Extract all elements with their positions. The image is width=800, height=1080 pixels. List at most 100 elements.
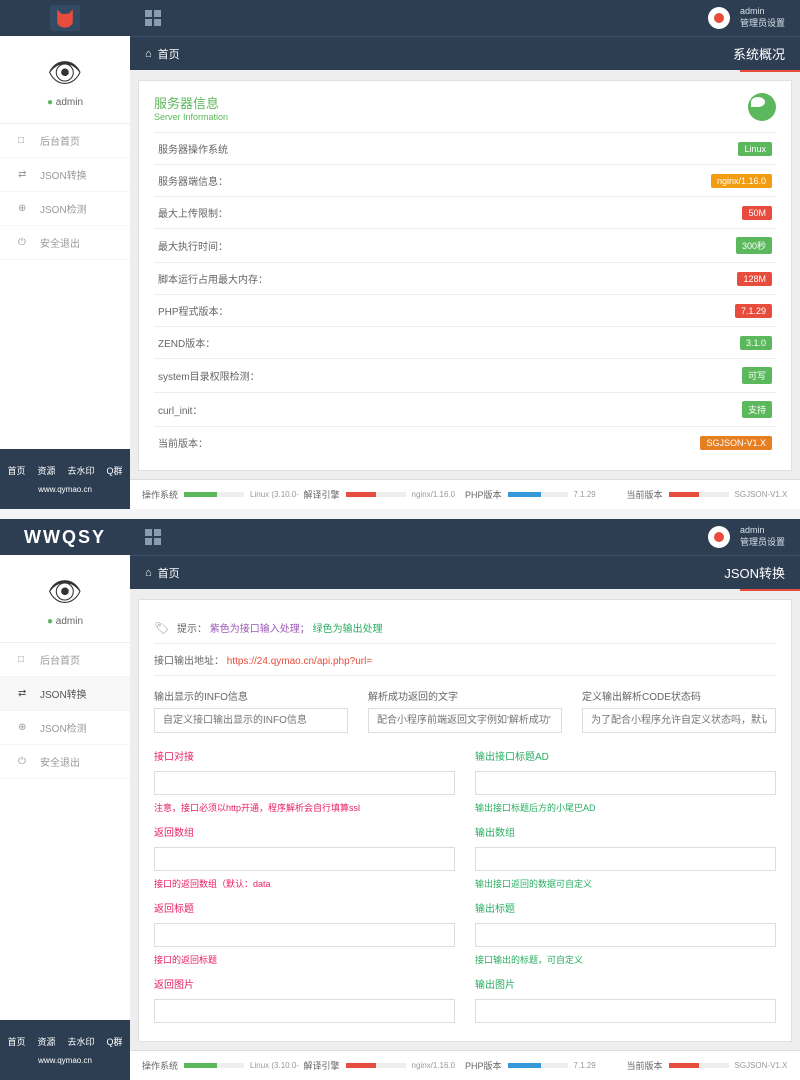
section-label: 输出标题 xyxy=(475,900,776,915)
user-menu[interactable]: admin 管理员设置 xyxy=(740,525,785,548)
field-note: 接口的返回数组（默认：data xyxy=(154,877,455,890)
field-input[interactable] xyxy=(154,847,455,871)
eye-icon: 👁 xyxy=(0,56,130,89)
home-icon[interactable]: ⌂ xyxy=(145,48,152,60)
form-input[interactable] xyxy=(368,708,562,733)
home-icon[interactable]: ⌂ xyxy=(145,567,152,579)
nav-item[interactable]: □ 后台首页 xyxy=(0,124,130,158)
user-menu[interactable]: admin 管理员设置 xyxy=(740,6,785,29)
status-item: 解译引擎nginx/1.16.0 xyxy=(304,488,466,501)
form-label: 输出显示的INFO信息 xyxy=(154,688,348,703)
info-label: 最大执行时间： xyxy=(158,238,228,253)
globe-icon xyxy=(748,93,776,121)
nav-label: 后台首页 xyxy=(40,133,80,148)
profile-name: admin xyxy=(0,97,130,108)
nav-icon: ⇄ xyxy=(18,688,30,699)
footer-link[interactable]: 首页 xyxy=(7,1035,25,1048)
footer-link[interactable]: Q群 xyxy=(107,464,123,477)
info-badge: 300秒 xyxy=(736,237,772,254)
nav-item[interactable]: ⏻安全退出 xyxy=(0,745,130,779)
notification-icon[interactable] xyxy=(708,526,730,548)
logo[interactable]: WWQSY xyxy=(0,519,130,555)
breadcrumb: ⌂首页 系统概况 xyxy=(130,36,800,70)
footer-link[interactable]: 资源 xyxy=(37,1035,55,1048)
logo[interactable] xyxy=(0,0,130,36)
apps-icon[interactable] xyxy=(145,529,161,545)
breadcrumb-home[interactable]: 首页 xyxy=(158,565,180,581)
info-badge: 7.1.29 xyxy=(735,304,772,318)
footer-link[interactable]: Q群 xyxy=(107,1035,123,1048)
section-label: 返回数组 xyxy=(154,824,455,839)
info-label: PHP程式版本： xyxy=(158,303,229,318)
section-label: 接口对接 xyxy=(154,748,455,763)
nav-label: JSON检测 xyxy=(40,201,87,216)
nav-icon: ⊕ xyxy=(18,203,30,214)
info-badge: nginx/1.16.0 xyxy=(711,174,772,188)
notification-icon[interactable] xyxy=(708,7,730,29)
footer-link[interactable]: 去水印 xyxy=(68,464,95,477)
info-badge: 50M xyxy=(742,206,772,220)
info-row: 脚本运行占用最大内存： 128M xyxy=(154,262,776,294)
field-input[interactable] xyxy=(475,847,776,871)
status-label: 当前版本 xyxy=(627,1059,663,1072)
nav: □后台首页⇄JSON转换⊕JSON检测⏻安全退出 xyxy=(0,642,130,779)
user-role: 管理员设置 xyxy=(740,18,785,30)
form-input[interactable] xyxy=(582,708,776,733)
info-row: PHP程式版本： 7.1.29 xyxy=(154,294,776,326)
status-item: PHP版本7.1.29 xyxy=(465,488,627,501)
footer-link[interactable]: 首页 xyxy=(7,464,25,477)
info-label: 当前版本： xyxy=(158,435,208,450)
info-badge: 支持 xyxy=(742,401,772,418)
addr-label: 接口输出地址： xyxy=(154,656,224,667)
status-value: SGJSON-V1.X xyxy=(735,490,788,499)
status-item: 解译引擎nginx/1.16.0 xyxy=(304,1059,466,1072)
status-item: 操作系统Linux (3.10.0- xyxy=(142,1059,304,1072)
breadcrumb-home[interactable]: 首页 xyxy=(158,46,180,62)
nav-icon: □ xyxy=(18,135,30,146)
status-label: PHP版本 xyxy=(465,488,502,501)
field-input[interactable] xyxy=(475,923,776,947)
info-badge: 128M xyxy=(737,272,772,286)
nav-label: JSON检测 xyxy=(40,720,87,735)
field-input[interactable] xyxy=(154,771,455,795)
sidebar: 👁 admin □ 后台首页 ⇄JSON转换 ⊕ JSON检测 ⏻安全退出 首页资源去水印… xyxy=(0,36,130,509)
section-label: 返回标题 xyxy=(154,900,455,915)
nav-item[interactable]: □后台首页 xyxy=(0,643,130,677)
panel-json-convert: WWQSY admin 管理员设置 👁 admin □后台首页⇄JSON转换⊕J… xyxy=(0,519,800,1080)
nav-item[interactable]: ⊕ JSON检测 xyxy=(0,192,130,226)
hint-prefix: 提示： xyxy=(177,624,207,635)
apps-icon[interactable] xyxy=(145,10,161,26)
status-item: 当前版本SGJSON-V1.X xyxy=(627,1059,789,1072)
status-value: nginx/1.16.0 xyxy=(412,1061,456,1070)
info-row: ZEND版本：3.1.0 xyxy=(154,326,776,358)
footer-link[interactable]: 资源 xyxy=(37,464,55,477)
page-title: JSON转换 xyxy=(724,563,785,582)
field-input[interactable] xyxy=(154,923,455,947)
card-title-cn: 服务器信息 xyxy=(154,93,228,112)
footer-link[interactable]: 去水印 xyxy=(68,1035,95,1048)
field-note: 注意，接口必须以http开通，程序解析会自行填算ssl xyxy=(154,801,455,814)
nav-item[interactable]: ⇄JSON转换 xyxy=(0,158,130,192)
nav-item[interactable]: ⏻安全退出 xyxy=(0,226,130,260)
logo-cat-icon xyxy=(50,5,80,31)
profile: 👁 admin xyxy=(0,555,130,642)
header: WWQSY admin 管理员设置 xyxy=(0,519,800,555)
header: admin 管理员设置 xyxy=(0,0,800,36)
nav-item[interactable]: ⊕JSON检测 xyxy=(0,711,130,745)
field-note: 输出接口返回的数据可自定义 xyxy=(475,877,776,890)
json-convert-card: 🏷 提示： 紫色为接口输入处理； 绿色为输出处理 接口输出地址： https:/… xyxy=(138,599,792,1042)
field-note: 接口的返回标题 xyxy=(154,953,455,966)
nav-label: 安全退出 xyxy=(40,754,80,769)
info-label: 脚本运行占用最大内存： xyxy=(158,271,268,286)
addr-link[interactable]: https://24.qymao.cn/api.php?url= xyxy=(227,656,372,667)
field-input[interactable] xyxy=(475,999,776,1023)
nav-item[interactable]: ⇄JSON转换 xyxy=(0,677,130,711)
field-input[interactable] xyxy=(475,771,776,795)
status-label: 解译引擎 xyxy=(304,488,340,501)
status-value: Linux (3.10.0- xyxy=(250,1061,299,1070)
form-label: 定义输出解析CODE状态码 xyxy=(582,688,776,703)
status-item: 操作系统Linux (3.10.0- xyxy=(142,488,304,501)
form-input[interactable] xyxy=(154,708,348,733)
info-label: curl_init： xyxy=(158,402,202,417)
field-input[interactable] xyxy=(154,999,455,1023)
